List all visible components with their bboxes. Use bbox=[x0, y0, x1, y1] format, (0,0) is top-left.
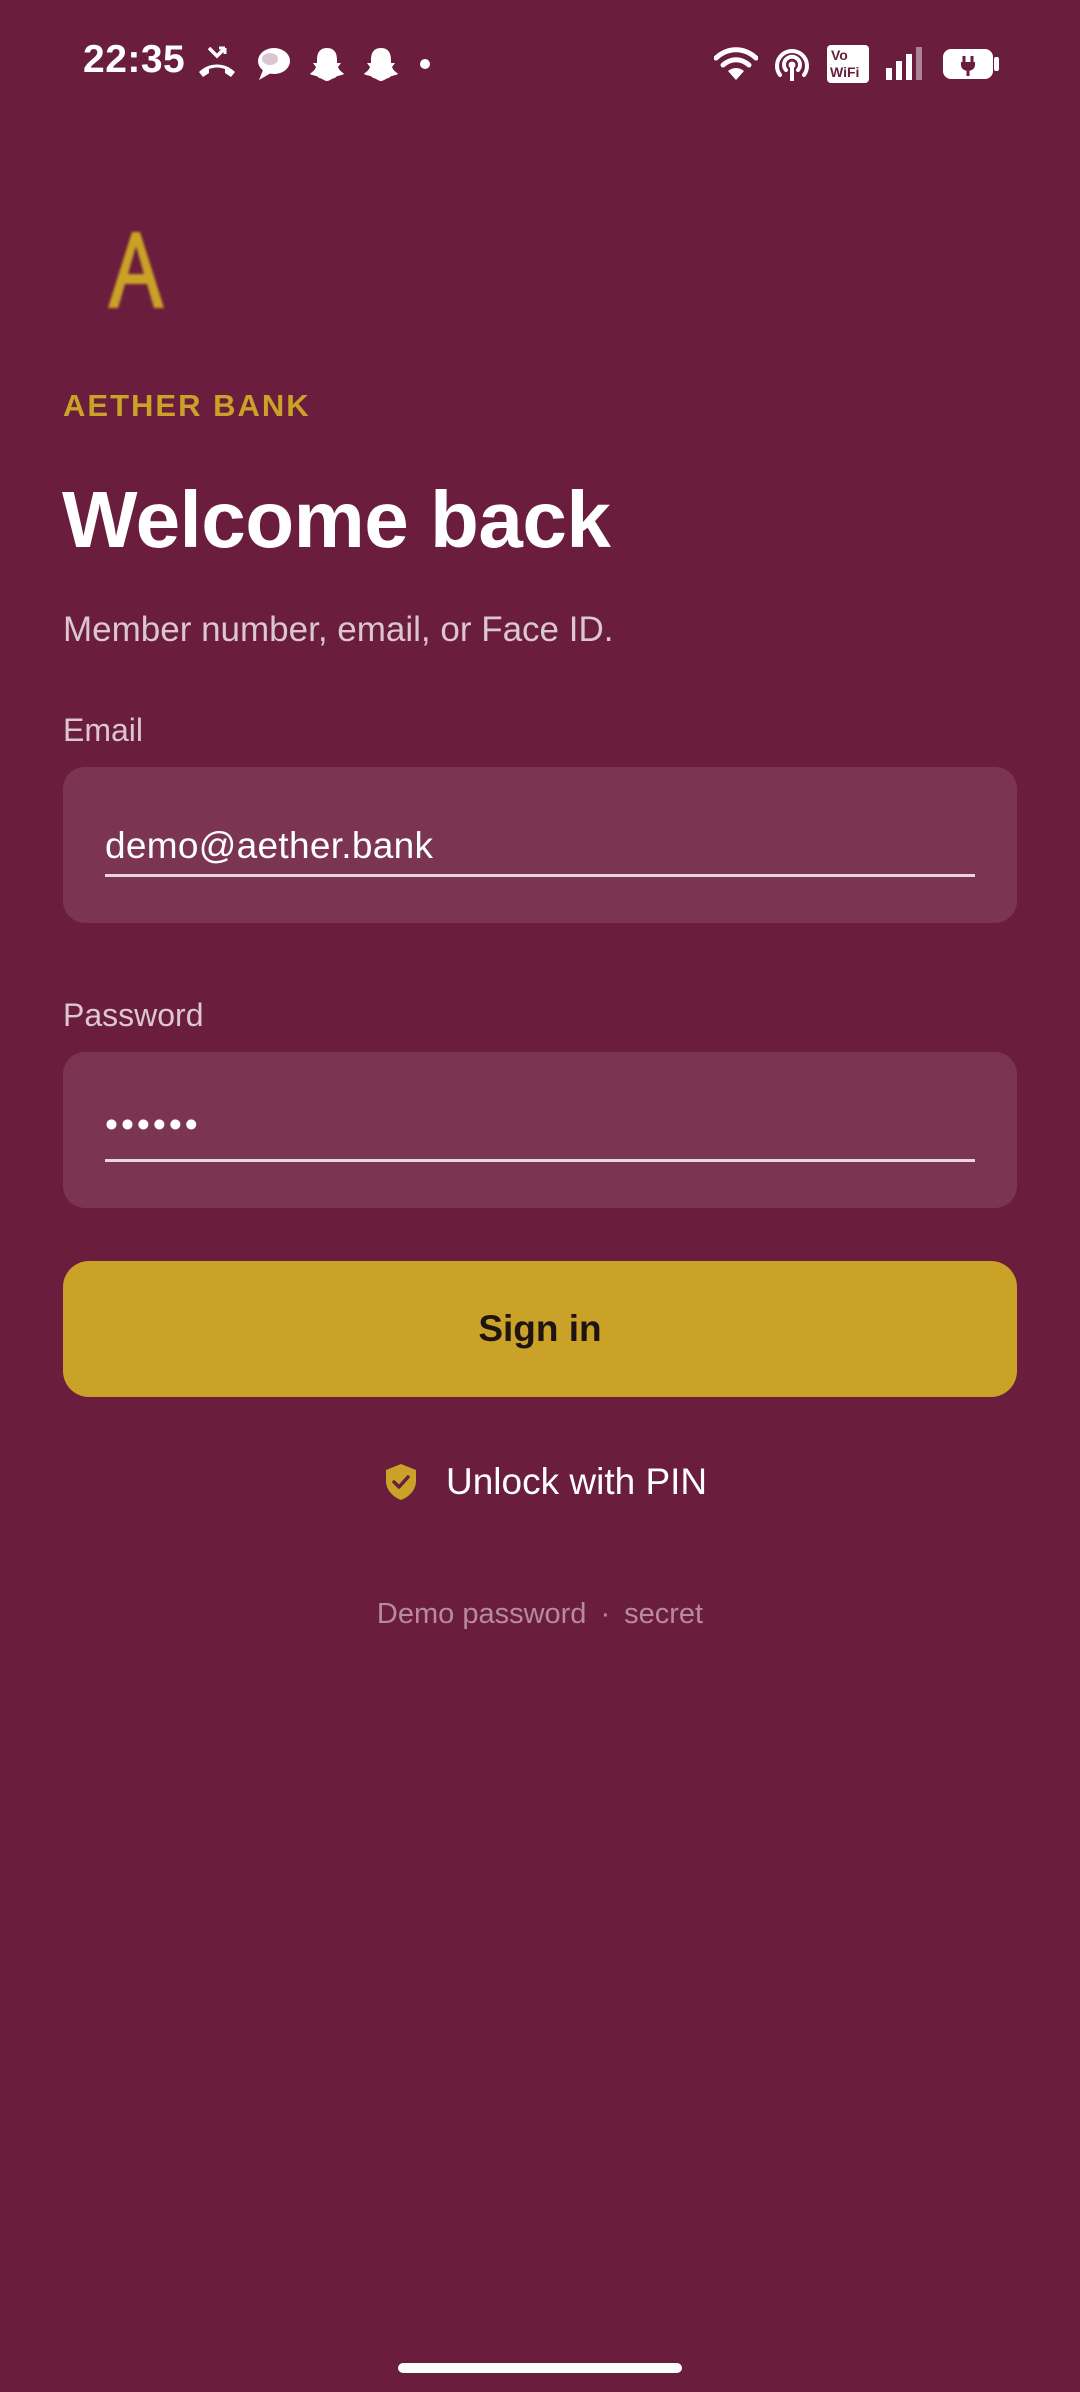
demo-password-hint: Demo password · secret bbox=[0, 1598, 1080, 1631]
email-label: Email bbox=[63, 712, 144, 748]
email-underline bbox=[105, 874, 975, 877]
page-title: Welcome back bbox=[62, 475, 611, 564]
page-subtitle: Member number, email, or Face ID. bbox=[63, 610, 614, 649]
svg-text:Vo: Vo bbox=[831, 47, 848, 63]
battery-charging-icon bbox=[943, 49, 999, 79]
chat-bubble-icon bbox=[258, 48, 290, 80]
status-time: 22:35 bbox=[83, 38, 186, 81]
status-system-icons: Vo WiFi bbox=[714, 42, 1000, 86]
sign-in-button[interactable]: Sign in bbox=[63, 1261, 1017, 1397]
sign-in-label: Sign in bbox=[478, 1308, 602, 1349]
password-value[interactable]: •••••• bbox=[105, 1104, 201, 1146]
signal-icon bbox=[886, 47, 922, 80]
aether-logo-icon bbox=[108, 232, 164, 308]
status-bar: 22:35 Vo WiFi bbox=[0, 0, 1080, 126]
demo-hint-label: Demo password bbox=[376, 1598, 587, 1630]
missed-call-icon bbox=[199, 46, 235, 77]
demo-hint-value: secret bbox=[624, 1598, 704, 1630]
demo-hint-separator: · bbox=[600, 1598, 611, 1630]
hotspot-icon bbox=[775, 49, 809, 81]
unlock-with-pin-button[interactable]: Unlock with PIN bbox=[384, 1458, 707, 1506]
svg-text:WiFi: WiFi bbox=[830, 64, 859, 80]
dot-icon bbox=[420, 59, 430, 69]
home-indicator[interactable] bbox=[398, 2363, 682, 2373]
password-field[interactable]: •••••• bbox=[63, 1052, 1017, 1208]
snapchat-icon bbox=[310, 48, 344, 81]
brand-name: AETHER BANK bbox=[63, 388, 311, 423]
status-notification-icons bbox=[195, 42, 435, 86]
snapchat-icon bbox=[364, 48, 398, 81]
wifi-icon bbox=[714, 47, 758, 80]
shield-check-icon bbox=[386, 1464, 416, 1500]
unlock-with-pin-label: Unlock with PIN bbox=[446, 1461, 708, 1502]
vowifi-icon: Vo WiFi bbox=[827, 45, 869, 83]
password-label: Password bbox=[63, 997, 204, 1033]
email-value[interactable]: demo@aether.bank bbox=[105, 825, 433, 867]
password-underline bbox=[105, 1159, 975, 1162]
email-field[interactable]: demo@aether.bank bbox=[63, 767, 1017, 923]
